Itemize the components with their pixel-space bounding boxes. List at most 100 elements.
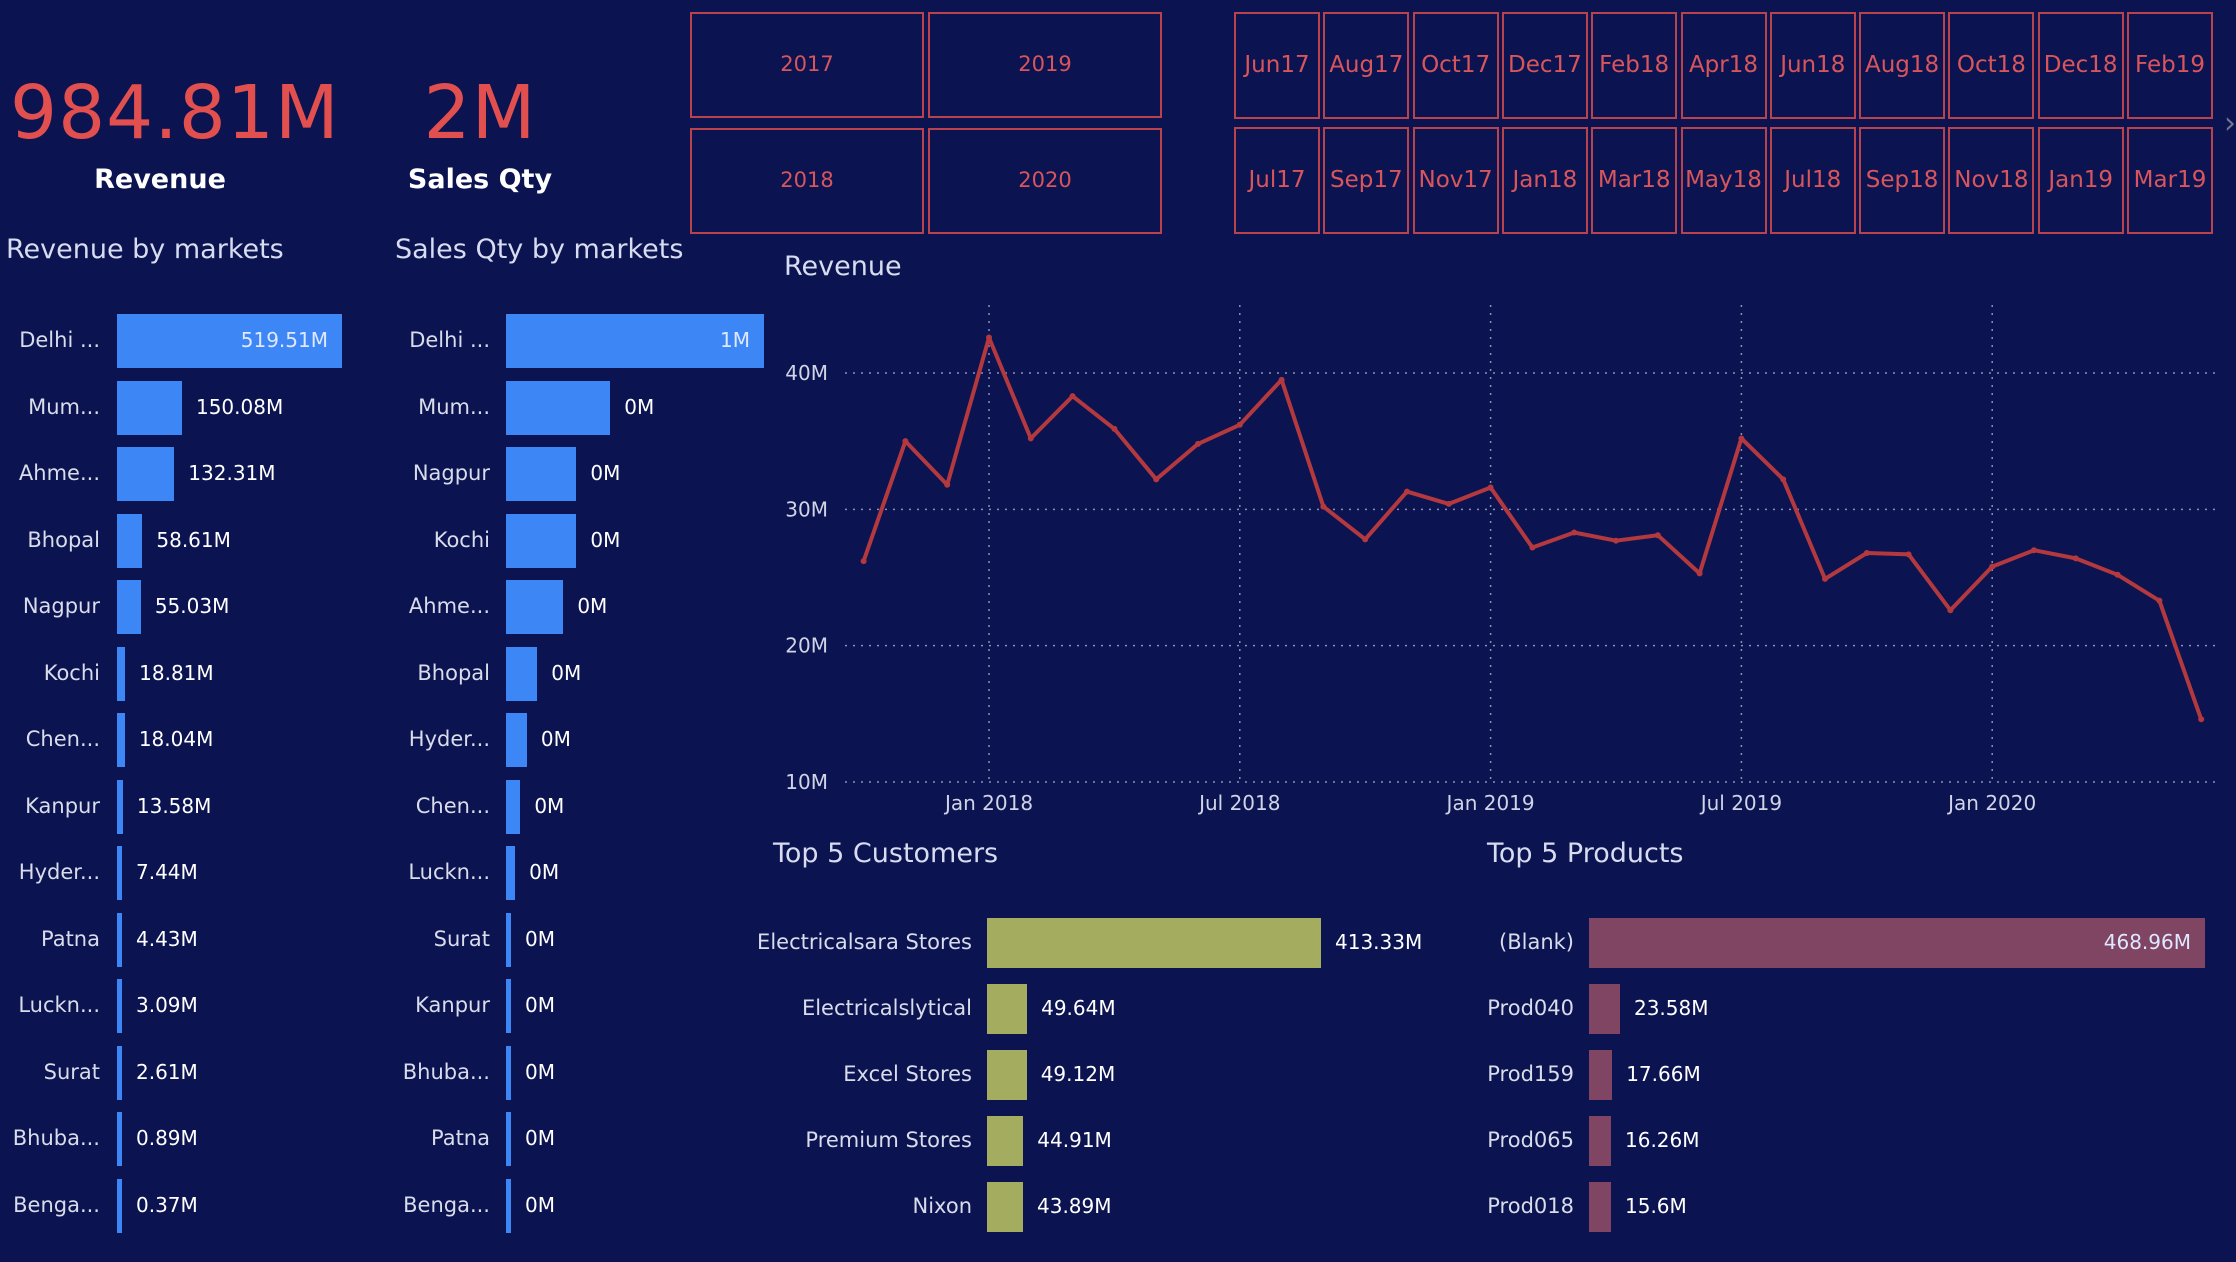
bar-value-label: 0M [525, 993, 555, 1017]
bar [506, 979, 511, 1033]
bar-value-label: 0.37M [136, 1192, 198, 1217]
year-slicer-item-2019[interactable]: 2019 [928, 12, 1162, 118]
bar-category-label: Prod065 [1487, 1128, 1574, 1152]
month-slicer-item[interactable]: Apr 18 [1680, 12, 1767, 119]
month-slicer-item[interactable]: Mar 18 [1591, 127, 1678, 234]
month-slicer-item[interactable]: Jul 18 [1769, 127, 1856, 234]
month-slicer-item[interactable]: Oct 18 [1948, 12, 2035, 119]
bar [117, 912, 122, 967]
bar [506, 646, 538, 701]
bar [117, 1045, 122, 1100]
bar-category-label: Kochi [433, 527, 490, 552]
bar-category-label: Kanpur [25, 793, 100, 818]
bar-value-label: 132.31M [188, 461, 276, 485]
month-slicer-item[interactable]: Feb 18 [1591, 12, 1678, 119]
revenue-by-markets-title: Revenue by markets [6, 234, 284, 265]
bar-category-label: Luckn... [408, 860, 490, 884]
month-slicer-item[interactable]: Jun 17 [1234, 12, 1320, 119]
bar [506, 846, 516, 900]
month-slicer-item[interactable]: Jan 19 [2037, 127, 2124, 234]
bar-category-label: Chen... [25, 727, 100, 751]
revenue-data-point [1487, 484, 1494, 491]
bar-value-label: 0M [540, 727, 571, 751]
x-tick-label: Jan 2019 [1445, 791, 1535, 815]
bar-value-label: 0M [577, 594, 608, 618]
top5-products-title: Top 5 Products [1487, 838, 1684, 869]
bar [1589, 1182, 1611, 1232]
year-slicer-item-2020[interactable]: 2020 [928, 128, 1162, 234]
bar-value-label: 150.08M [195, 394, 284, 419]
bar [987, 1050, 1027, 1100]
month-slicer-item[interactable]: Dec 18 [2037, 12, 2124, 119]
month-slicer-item[interactable]: Jun 18 [1769, 12, 1856, 119]
month-slicer-item[interactable]: Oct 17 [1412, 12, 1499, 119]
bar-value-label: 23.58M [1633, 996, 1709, 1020]
bar-value-label: 0M [525, 1126, 555, 1150]
bar-value-label: 2.61M [136, 1059, 198, 1084]
bar [506, 713, 527, 767]
bar-category-label: Chen... [415, 793, 490, 818]
bar-value-label: 0M [525, 1192, 555, 1217]
bar [1589, 984, 1620, 1034]
bar-category-label: Nagpur [22, 594, 100, 618]
bar-value-label: 7.44M [136, 860, 198, 884]
bar-category-label: Mum... [28, 394, 100, 419]
revenue-data-point [1947, 607, 1954, 614]
bar-category-label: Bhopal [27, 527, 100, 552]
month-slicer-item[interactable]: Aug 17 [1323, 12, 1410, 119]
bar-category-label: Nagpur [412, 461, 490, 485]
bar-category-label: Surat [433, 926, 490, 951]
month-slicer-item[interactable]: Sep 18 [1859, 127, 1946, 234]
bar-category-label: Premium Stores [805, 1128, 972, 1152]
chevron-right-icon[interactable]: › [2224, 106, 2236, 141]
month-slicer-item[interactable]: Sep 17 [1323, 127, 1410, 234]
bar-value-label: 0M [551, 660, 582, 685]
revenue-data-point [1236, 421, 1243, 428]
bar-category-label: Hyder... [18, 860, 100, 884]
bar-value-label: 4.43M [136, 926, 198, 951]
bar-category-label: Mum... [418, 394, 490, 419]
revenue-data-point [1905, 551, 1912, 558]
bar-value-label: 519.51M [240, 328, 328, 352]
bar [117, 713, 125, 767]
bar [506, 380, 611, 435]
revenue-data-point [2031, 547, 2037, 554]
revenue-data-point [1153, 476, 1160, 483]
bar-category-label: Delhi ... [19, 328, 100, 352]
year-slicer-item-2017[interactable]: 2017 [690, 12, 924, 118]
bar-category-label: Ahme... [408, 594, 490, 618]
month-slicer-item[interactable]: Aug 18 [1859, 12, 1946, 119]
bar-category-label: Patna [40, 926, 100, 951]
bar-value-label: 44.91M [1037, 1128, 1112, 1152]
month-slicer-item[interactable]: May 18 [1680, 127, 1767, 234]
bar-value-label: 49.64M [1041, 996, 1116, 1020]
bar [117, 513, 143, 568]
bar [506, 779, 521, 834]
revenue-data-point [1320, 503, 1327, 510]
bar-value-label: 13.58M [136, 793, 212, 818]
month-slicer-item[interactable]: Mar 19 [2127, 127, 2213, 234]
revenue-data-point [1654, 532, 1661, 539]
bar-category-label: (Blank) [1499, 930, 1574, 954]
bar [117, 779, 123, 834]
bar [506, 1045, 511, 1100]
bar-category-label: Luckn... [18, 993, 100, 1017]
bar-category-label: Benga... [13, 1192, 100, 1217]
month-slicer-item[interactable]: Dec 17 [1501, 12, 1588, 119]
month-slicer-item[interactable]: Jul 17 [1234, 127, 1320, 234]
month-slicer-item[interactable]: Feb 19 [2127, 12, 2213, 119]
x-tick-label: Jul 2019 [1699, 791, 1782, 815]
month-slicer-item[interactable]: Jan 18 [1501, 127, 1588, 234]
revenue-line-chart: 10M 20M 30M 40M Jan 2018 Jul 2018 Jan 2019 Jul … [785, 305, 2220, 815]
revenue-data-point [1738, 435, 1745, 442]
bar-value-label: 468.96M [2103, 930, 2191, 954]
month-slicer-item[interactable]: Nov 18 [1948, 127, 2035, 234]
revenue-data-point [1989, 563, 1996, 570]
y-tick-label: 40M [785, 361, 828, 385]
year-slicer-item-2018[interactable]: 2018 [690, 128, 924, 234]
bar-value-label: 1M [720, 328, 750, 352]
bar [1589, 1050, 1613, 1100]
bar [117, 447, 175, 501]
bar [506, 447, 577, 501]
month-slicer-item[interactable]: Nov 17 [1412, 127, 1499, 234]
